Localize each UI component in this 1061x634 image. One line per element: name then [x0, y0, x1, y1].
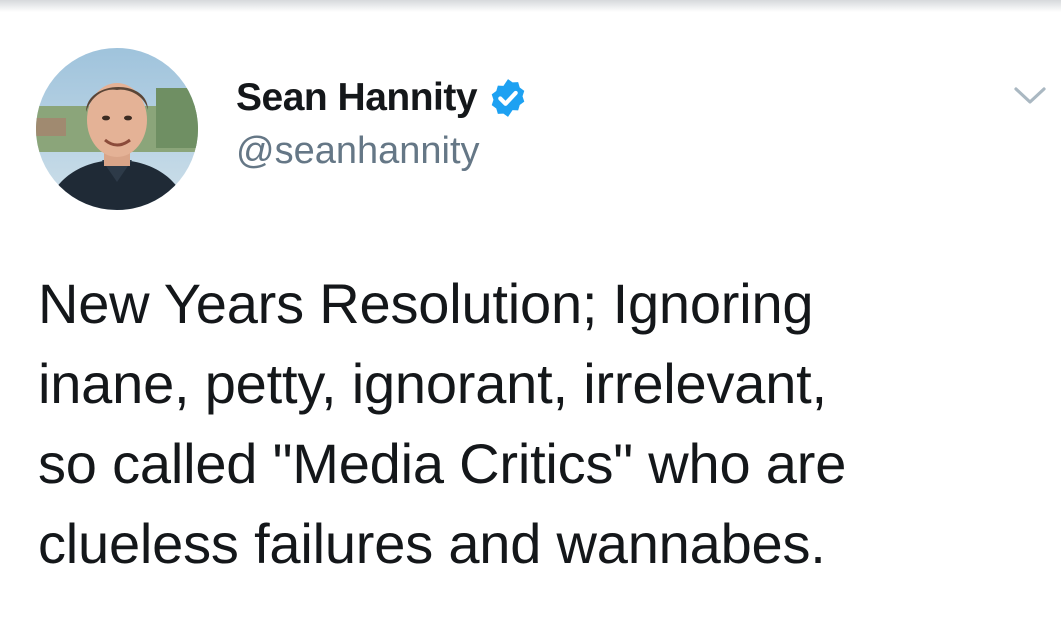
name-row: Sean Hannity: [236, 74, 529, 122]
author-info: Sean Hannity @seanhannity: [236, 74, 529, 173]
tweet-card: Sean Hannity @seanhannity New Years Reso…: [0, 12, 1061, 634]
chevron-down-icon[interactable]: [1012, 82, 1048, 110]
author-display-name[interactable]: Sean Hannity: [236, 76, 478, 120]
tweet-text-line: New Years Resolution; Ignoring: [38, 272, 814, 335]
tweet-text: New Years Resolution; Ignoring inane, pe…: [38, 264, 1038, 584]
top-divider: [0, 0, 1061, 12]
tweet-text-line: clueless failures and wannabes.: [38, 512, 826, 575]
author-avatar[interactable]: [36, 48, 198, 210]
avatar-photo-icon: [36, 48, 198, 210]
tweet-text-line: so called "Media Critics" who are: [38, 432, 847, 495]
tweet-text-line: inane, petty, ignorant, irrelevant,: [38, 352, 827, 415]
verified-badge-icon: [487, 77, 529, 119]
author-handle[interactable]: @seanhannity: [236, 130, 529, 173]
